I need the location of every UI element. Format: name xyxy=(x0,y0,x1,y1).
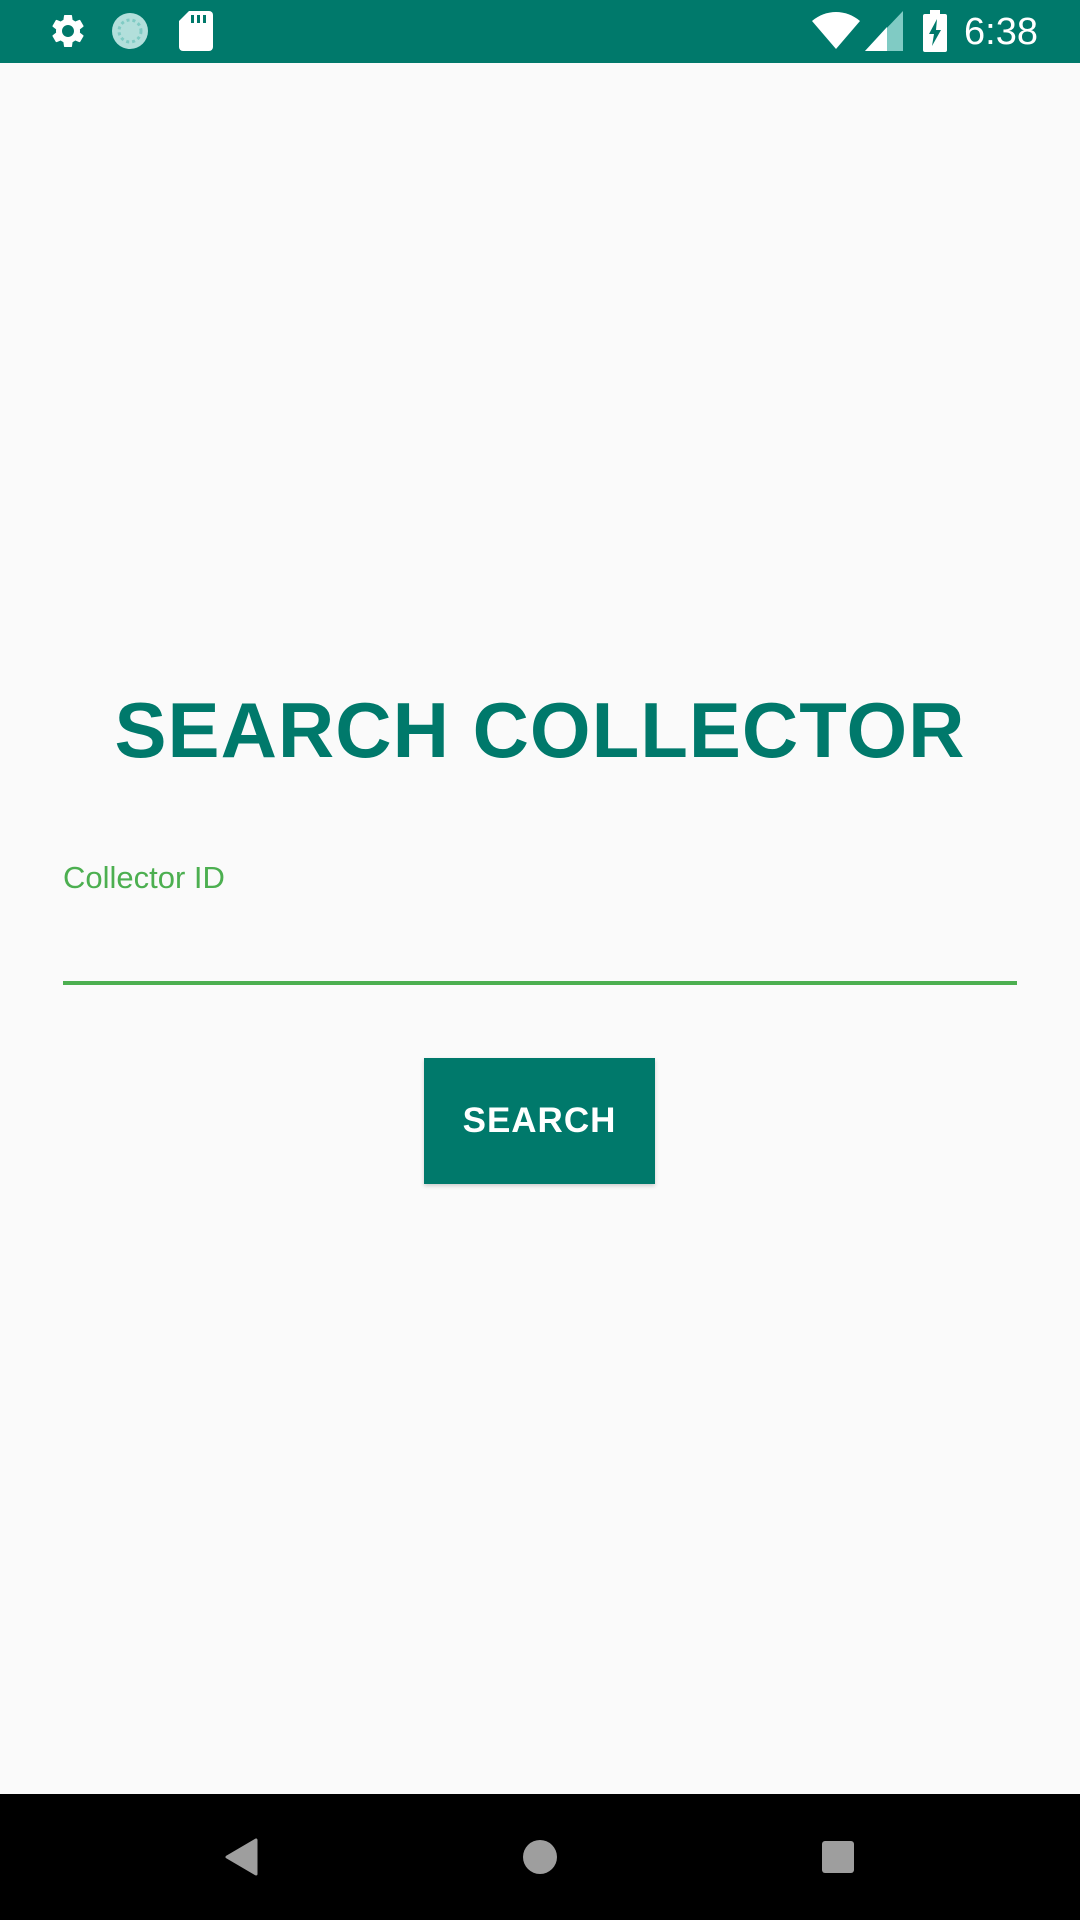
recents-icon[interactable] xyxy=(808,1827,868,1887)
home-icon[interactable] xyxy=(510,1827,570,1887)
page-title: SEARCH COLLECTOR xyxy=(114,686,966,774)
back-icon[interactable] xyxy=(211,1827,271,1887)
wifi-icon xyxy=(810,10,862,52)
sync-circle-icon xyxy=(108,10,152,52)
status-bar: 6:38 xyxy=(0,0,1080,63)
collector-id-input[interactable] xyxy=(63,906,1017,976)
status-time: 6:38 xyxy=(964,11,1038,53)
collector-id-underline xyxy=(63,981,1017,985)
battery-charging-icon xyxy=(920,10,950,52)
cell-signal-icon xyxy=(864,10,904,52)
search-button[interactable]: SEARCH xyxy=(424,1058,655,1184)
nav-bar xyxy=(0,1794,1080,1920)
sd-card-icon xyxy=(176,10,216,52)
screen: 6:38 SEARCH COLLECTOR Collector ID SEARC… xyxy=(0,0,1080,1920)
gear-icon xyxy=(46,10,90,52)
collector-id-label: Collector ID xyxy=(63,860,225,895)
